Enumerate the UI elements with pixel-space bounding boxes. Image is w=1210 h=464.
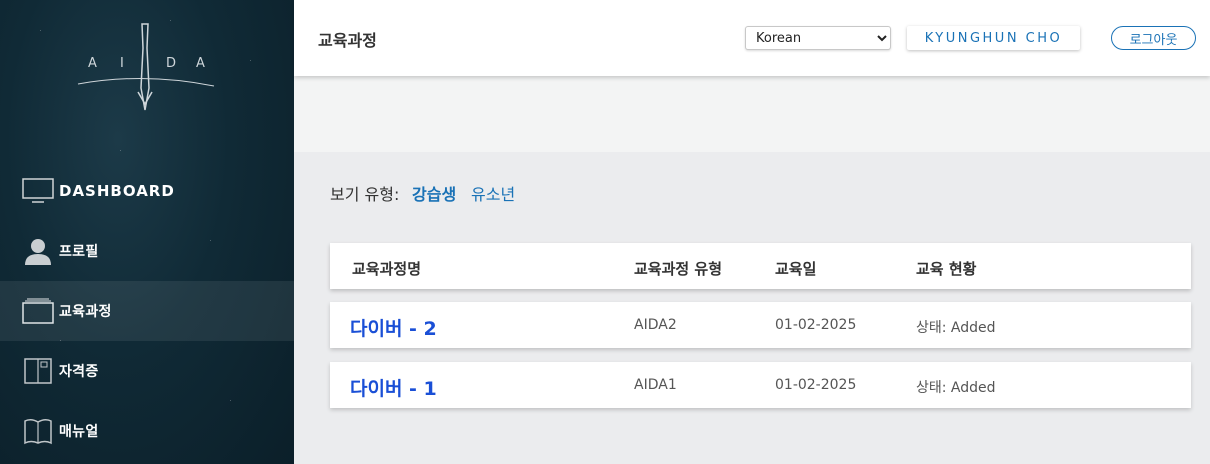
table-row[interactable]: 다이버 - 2 AIDA2 01-02-2025 상태: Added <box>330 302 1191 348</box>
column-header: 교육일 <box>775 260 817 278</box>
open-book-icon <box>22 417 54 445</box>
logo-letter: A <box>196 56 205 71</box>
page-title: 교육과정 <box>318 31 377 50</box>
certificate-book-icon <box>22 357 54 385</box>
sidebar-item-label: 교육과정 <box>59 304 112 320</box>
view-option-students[interactable]: 강습생 <box>412 181 456 205</box>
sidebar-item-label: DASHBOARD <box>59 182 175 200</box>
logo-letter: D <box>166 56 177 71</box>
sidebar-item-label: 매뉴얼 <box>59 424 99 440</box>
aida-logo[interactable]: A I D A <box>70 18 220 118</box>
sidebar: A I D A DASHBOARD 프로필 교육과정 자격증 매뉴얼 <box>0 0 294 464</box>
sidebar-item-courses[interactable]: 교육과정 <box>0 281 294 341</box>
course-type: AIDA2 <box>634 317 677 333</box>
sidebar-item-label: 자격증 <box>59 364 99 380</box>
user-icon <box>22 237 54 265</box>
course-status: 상태: Added <box>916 320 996 336</box>
user-name-button[interactable]: KYUNGHUN CHO <box>907 26 1080 50</box>
table-header: 교육과정명 교육과정 유형 교육일 교육 현황 <box>330 243 1191 289</box>
language-select[interactable]: Korean <box>745 26 891 50</box>
course-folder-icon <box>22 297 54 325</box>
logout-button[interactable]: 로그아웃 <box>1111 26 1196 50</box>
sidebar-item-manual[interactable]: 매뉴얼 <box>0 401 294 461</box>
table-row[interactable]: 다이버 - 1 AIDA1 01-02-2025 상태: Added <box>330 362 1191 408</box>
course-type: AIDA1 <box>634 377 677 393</box>
view-option-youth[interactable]: 유소년 <box>471 181 515 205</box>
top-header: 교육과정 Korean KYUNGHUN CHO 로그아웃 <box>294 0 1210 76</box>
course-name-link[interactable]: 다이버 - 2 <box>350 314 437 341</box>
monitor-icon <box>22 177 54 205</box>
column-header: 교육 현황 <box>916 260 977 278</box>
sidebar-item-label: 프로필 <box>59 244 99 260</box>
sidebar-item-dashboard[interactable]: DASHBOARD <box>0 161 294 221</box>
course-date: 01-02-2025 <box>775 377 857 393</box>
course-status: 상태: Added <box>916 380 996 396</box>
sidebar-item-certificates[interactable]: 자격증 <box>0 341 294 401</box>
course-name-link[interactable]: 다이버 - 1 <box>350 374 437 401</box>
column-header: 교육과정 유형 <box>634 260 723 278</box>
header-band <box>294 76 1210 152</box>
course-date: 01-02-2025 <box>775 317 857 333</box>
logo-letter: A <box>88 56 97 71</box>
logo-letter: I <box>120 56 124 71</box>
column-header: 교육과정명 <box>352 260 422 278</box>
main-content: 보기 유형: 강습생 유소년 교육과정명 교육과정 유형 교육일 교육 현황 다… <box>294 152 1210 464</box>
view-type-label: 보기 유형: <box>330 185 400 204</box>
sidebar-item-profile[interactable]: 프로필 <box>0 221 294 281</box>
